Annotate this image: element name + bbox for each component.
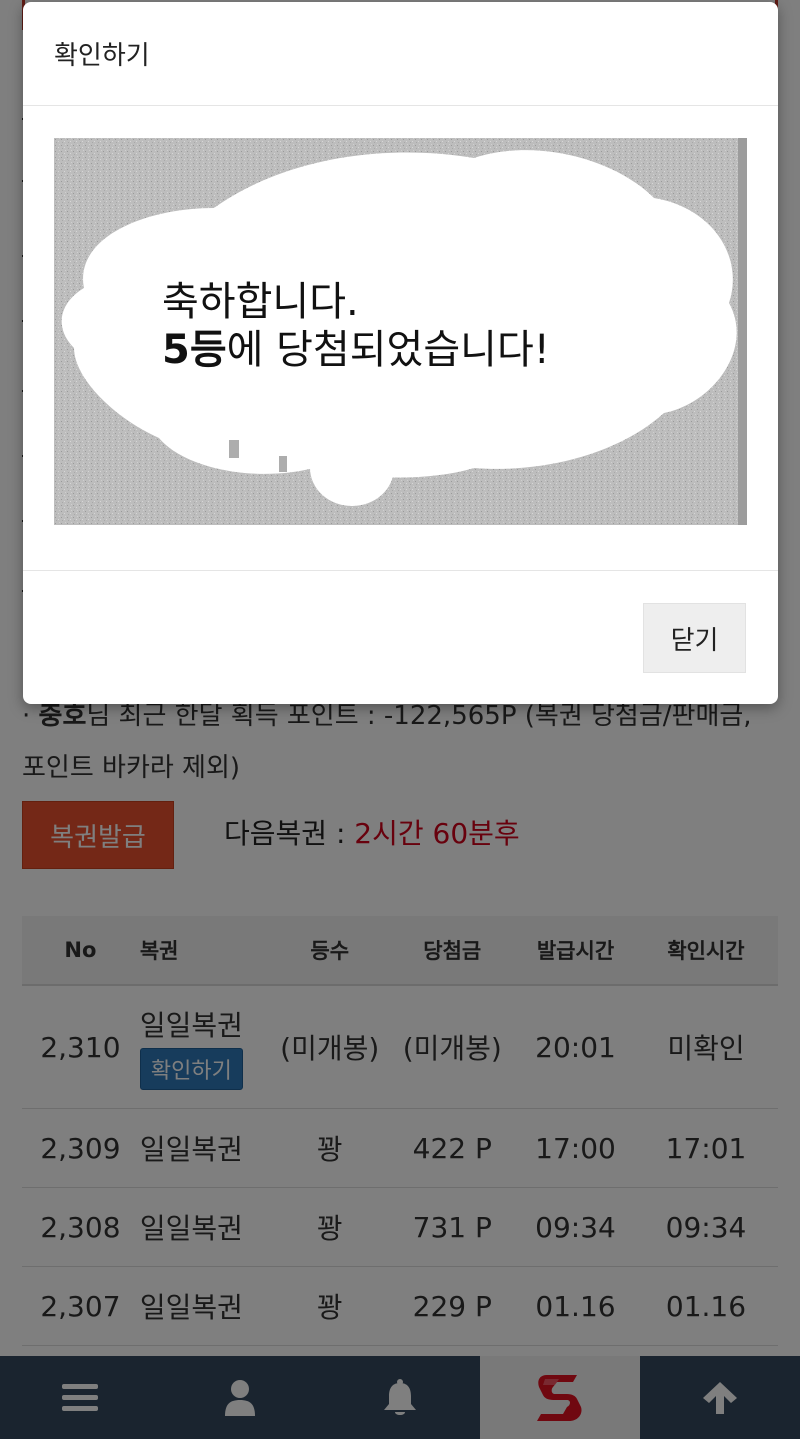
- modal-header: 확인하기: [23, 2, 778, 106]
- prize-message-rest: 에 당첨되었습니다!: [226, 327, 550, 373]
- modal-title: 확인하기: [54, 41, 150, 71]
- close-button[interactable]: 닫기: [643, 603, 746, 673]
- confirm-modal: 확인하기 축하합니다. 5등에 당첨되었습니다! 닫기: [23, 2, 778, 704]
- scratch-ticket[interactable]: 축하합니다. 5등에 당첨되었습니다!: [54, 138, 747, 525]
- prize-message-line2: 5등에 당첨되었습니다!: [162, 326, 550, 374]
- prize-message: 축하합니다. 5등에 당첨되었습니다!: [162, 278, 550, 374]
- modal-body: 축하합니다. 5등에 당첨되었습니다!: [23, 106, 778, 571]
- modal-backdrop-nav: [0, 1356, 800, 1439]
- lotto-page: · 충호님 최근 한달 획득 포인트 : -122,565P (복권 당첨금/판…: [0, 0, 800, 1439]
- prize-rank: 5등: [162, 327, 227, 373]
- prize-message-line1: 축하합니다.: [162, 279, 359, 325]
